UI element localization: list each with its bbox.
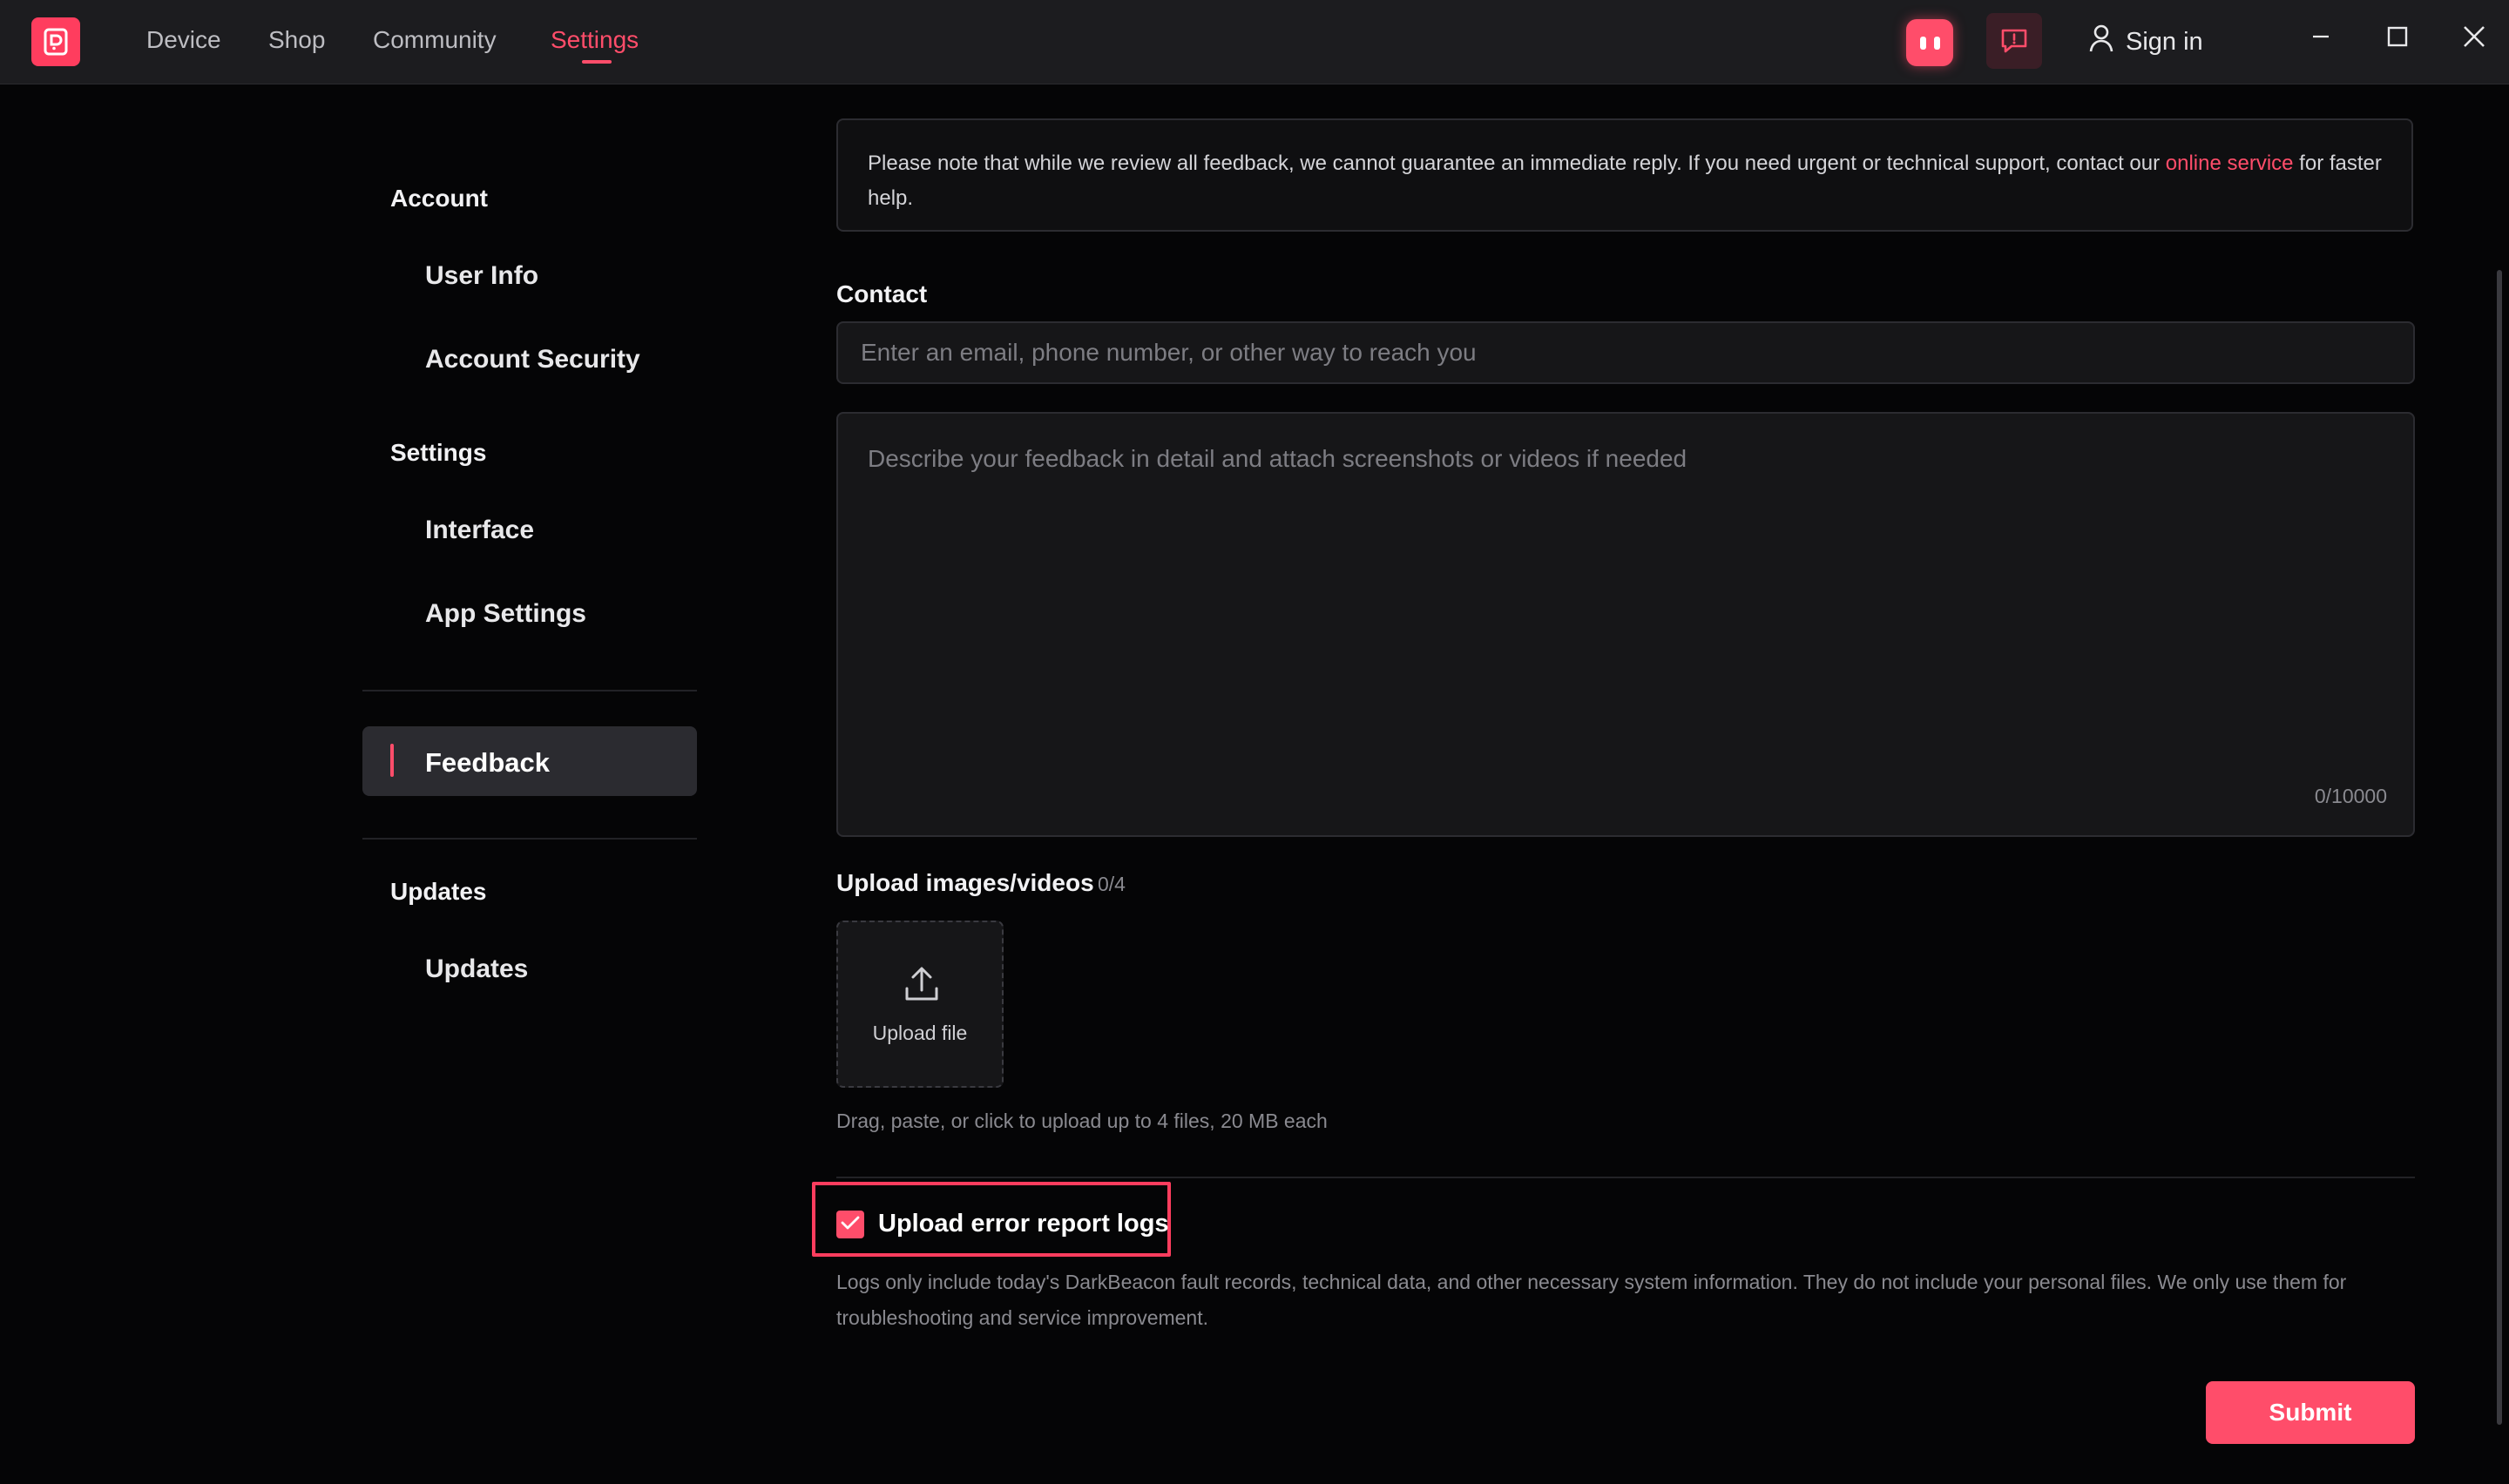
feedback-description-field[interactable] [836,412,2415,837]
logs-checkbox[interactable] [836,1211,864,1238]
contact-label: Contact [836,280,928,307]
upload-label: Upload images/videos [836,869,1094,896]
upload-arrow-icon [904,966,939,1007]
sidebar-group-updates: Updates [390,878,487,905]
sidebar-divider [362,690,697,691]
checkmark-icon [841,1215,860,1235]
sign-in-button[interactable]: Sign in [2089,24,2203,59]
sign-in-label: Sign in [2126,27,2203,56]
online-service-link[interactable]: online service [2166,152,2294,175]
form-divider [836,1177,2415,1178]
sidebar-item-app-settings[interactable]: App Settings [425,599,586,629]
contact-input[interactable] [836,321,2415,384]
sidebar-item-updates[interactable]: Updates [425,954,528,984]
tab-settings[interactable]: Settings [551,26,639,54]
close-icon[interactable] [2457,19,2492,54]
active-item-indicator [390,744,394,777]
upload-count: 0/4 [1098,873,1126,895]
sidebar-item-user-info[interactable]: User Info [425,261,538,291]
tab-device[interactable]: Device [146,26,221,54]
sidebar-group-account: Account [390,185,488,212]
tab-community[interactable]: Community [373,26,497,54]
notice-text: Please note that while we review all fee… [868,152,2166,175]
feedback-notice: Please note that while we review all fee… [836,118,2413,232]
feedback-chat-icon[interactable] [1986,13,2042,69]
upload-file-label: Upload file [872,1022,968,1044]
sidebar-group-settings: Settings [390,439,487,466]
app-logo-icon[interactable] [31,17,80,66]
scrollbar[interactable] [2497,270,2502,1425]
sidebar-divider [362,838,697,840]
sidebar-item-label: Feedback [425,747,551,778]
sidebar-item-feedback[interactable]: Feedback [362,726,697,796]
upload-hint: Drag, paste, or click to upload up to 4 … [836,1110,1328,1132]
sidebar-item-interface[interactable]: Interface [425,516,534,545]
top-bar: Device Shop Community Settings Sign in [0,0,2509,84]
character-counter: 0/10000 [2314,785,2387,807]
maximize-icon[interactable] [2380,19,2415,54]
active-tab-indicator [582,60,612,64]
submit-button[interactable]: Submit [2206,1381,2415,1444]
logs-description: Logs only include today's DarkBeacon fau… [836,1271,2347,1329]
sidebar-item-account-security[interactable]: Account Security [425,345,640,374]
user-icon [2089,24,2113,59]
assistant-robot-icon[interactable] [1906,19,1953,66]
tab-shop[interactable]: Shop [268,26,325,54]
upload-file-button[interactable]: Upload file [836,921,1004,1088]
logs-checkbox-label[interactable]: Upload error report logs [878,1210,1169,1238]
minimize-icon[interactable] [2303,19,2338,54]
